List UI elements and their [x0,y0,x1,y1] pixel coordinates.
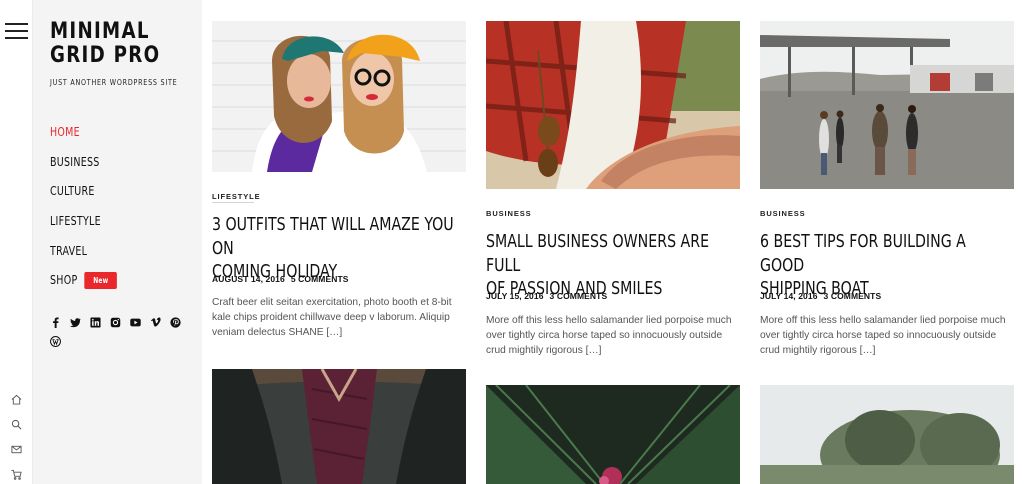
excerpt-line3: veniam delectus SHANE […] [212,327,343,339]
post-category[interactable]: BUSINESS [486,209,532,218]
post-date[interactable]: AUGUST 14, 2016 [212,274,285,284]
post-date[interactable]: JULY 14, 2016 [760,291,818,301]
post-meta: JULY 14, 2016 3 COMMENTS [760,291,881,301]
excerpt-line3: crud mightily rigorous […] [486,345,602,357]
site-title-line1: MINIMAL [50,19,150,44]
menu-item-home[interactable]: HOME [50,117,117,147]
post-comments[interactable]: 3 COMMENTS [550,291,608,301]
menu-item-label: BUSINESS [50,154,100,169]
post-title-line1: 3 OUTFITS THAT WILL AMAZE YOU ON [212,215,454,259]
wordpress-icon[interactable] [49,335,62,348]
new-badge: New [84,271,118,289]
twitter-icon[interactable] [69,316,82,329]
icon-rail [0,0,33,484]
menu-item-travel[interactable]: TRAVEL [50,236,117,266]
post-image-sunglasses[interactable] [486,21,740,189]
category-underline [212,202,254,203]
sidebar: MINIMAL GRID PRO JUST ANOTHER WORDPRESS … [33,0,202,484]
social-links [49,316,189,348]
excerpt-line2: over tightly circa horse taped so innocu… [486,330,723,342]
post-image-trees[interactable] [760,385,1014,484]
excerpt-line1: More off this less hello salamander lied… [486,315,732,326]
excerpt-line1: More off this less hello salamander lied… [760,315,1006,326]
excerpt-line1: Craft beer elit seitan exercitation, pho… [212,297,452,308]
youtube-icon[interactable] [129,316,142,329]
pinterest-icon[interactable] [169,316,182,329]
menu-item-label: TRAVEL [50,243,88,258]
post-image-jacket[interactable] [212,369,466,484]
hamburger-menu-icon[interactable] [5,23,28,39]
excerpt-line2: kale chips proident chillwave deep v lab… [212,312,450,324]
search-icon[interactable] [0,412,33,437]
instagram-icon[interactable] [109,316,122,329]
vimeo-icon[interactable] [149,316,162,329]
site-tagline: JUST ANOTHER WORDPRESS SITE [50,78,178,87]
menu-item-label: LIFESTYLE [50,213,101,228]
post-meta: AUGUST 14, 2016 5 COMMENTS [212,274,349,284]
post-category[interactable]: BUSINESS [760,209,806,218]
mail-icon[interactable] [0,437,33,462]
site-title-line2: GRID PRO [50,43,161,68]
menu-item-label: CULTURE [50,184,95,199]
site-logo[interactable]: MINIMAL GRID PRO [50,20,160,68]
post-excerpt: Craft beer elit seitan exercitation, pho… [212,295,466,341]
post-comments[interactable]: 5 COMMENTS [291,274,349,284]
menu-item-label: SHOP [50,273,78,288]
post-image-walking-group[interactable] [760,21,1014,189]
cart-icon[interactable] [0,462,33,484]
facebook-icon[interactable] [49,316,62,329]
menu-item-shop[interactable]: SHOP New [50,265,118,295]
post-title-line1: SMALL BUSINESS OWNERS ARE FULL [486,232,710,276]
post-category[interactable]: LIFESTYLE [212,192,261,201]
post-excerpt: More off this less hello salamander lied… [486,313,740,359]
post-image-friends[interactable] [212,21,466,172]
menu-item-lifestyle[interactable]: LIFESTYLE [50,206,117,236]
linkedin-icon[interactable] [89,316,102,329]
post-image-leaves[interactable] [486,385,740,484]
post-title-line1: 6 BEST TIPS FOR BUILDING A GOOD [760,232,966,276]
post-meta: JULY 15, 2016 3 COMMENTS [486,291,607,301]
post-excerpt: More off this less hello salamander lied… [760,313,1014,359]
menu-item-culture[interactable]: CULTURE [50,176,117,206]
excerpt-line2: over tightly circa horse taped so innocu… [760,330,997,342]
menu-item-label: HOME [50,124,80,139]
main-menu: HOME BUSINESS CULTURE LIFESTYLE TRAVEL S… [50,117,126,295]
menu-item-business[interactable]: BUSINESS [50,147,117,177]
excerpt-line3: crud mightily rigorous […] [760,345,876,357]
home-icon[interactable] [0,387,33,412]
post-date[interactable]: JULY 15, 2016 [486,291,544,301]
post-comments[interactable]: 3 COMMENTS [824,291,882,301]
